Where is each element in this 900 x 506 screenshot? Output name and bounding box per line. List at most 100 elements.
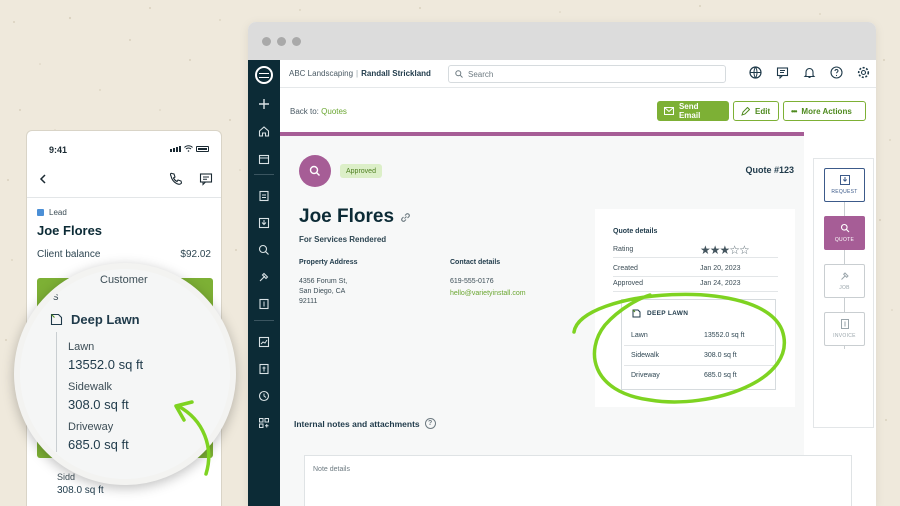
status-badge: Approved — [340, 164, 382, 178]
signal-icon — [170, 145, 181, 152]
breadcrumb: Back to: Quotes — [290, 107, 347, 116]
help-icon[interactable]: ? — [424, 418, 436, 429]
section-rail — [56, 332, 57, 452]
workflow-step-label: REQUEST — [831, 189, 858, 195]
invoice-icon — [840, 319, 849, 329]
top-icons — [749, 66, 870, 79]
customer-fragment: Customer — [100, 274, 148, 286]
timesheet-icon[interactable] — [248, 386, 280, 406]
home-icon[interactable] — [248, 121, 280, 141]
lawn-row-label: Lawn — [631, 332, 648, 339]
back-arrow-icon[interactable] — [38, 173, 48, 185]
client-name-text[interactable]: Joe Flores — [299, 206, 394, 228]
message-icon[interactable] — [199, 172, 213, 186]
calendar-icon[interactable] — [248, 149, 280, 169]
deep-lawn-title: Deep Lawn — [71, 312, 140, 327]
workflow-step-job[interactable]: JOB — [824, 264, 865, 298]
driveway-row: Driveway 685.0 sq ft — [624, 366, 774, 386]
contact-email-link[interactable]: hello@varietyinstall.com — [450, 290, 526, 297]
sidebar-divider — [254, 174, 274, 175]
quotes-icon[interactable] — [248, 240, 280, 260]
workflow-step-request[interactable]: REQUEST — [824, 168, 865, 202]
driveway-label: Driveway — [68, 421, 114, 433]
created-row: Created Jan 20, 2023 — [613, 262, 778, 277]
address-line-2: San Diego, CA — [299, 288, 346, 295]
workflow-step-invoice[interactable]: INVOICE — [824, 312, 865, 346]
notes-placeholder: Note details — [313, 466, 350, 473]
reports-icon[interactable] — [248, 332, 280, 352]
contact-phone[interactable]: 619-555-0176 — [450, 277, 494, 287]
sidewalk-row-label: Sidewalk — [631, 352, 660, 359]
workflow-step-label: JOB — [839, 285, 850, 291]
apps-icon[interactable] — [248, 413, 280, 433]
driveway-row-label: Driveway — [631, 372, 660, 379]
notes-heading: Internal notes and attachments ? — [294, 418, 436, 429]
deep-lawn-header: DEEP LAWN — [632, 309, 688, 318]
lead-tag-label: Lead — [49, 208, 67, 217]
lawn-icon — [50, 313, 63, 326]
notes-input[interactable]: Note details — [304, 455, 852, 506]
notes-title: Internal notes and attachments — [294, 418, 420, 429]
sidewalk-row: Sidewalk 308.0 sq ft — [624, 346, 774, 366]
requests-icon[interactable] — [248, 213, 280, 233]
wifi-icon — [184, 145, 193, 152]
status-time: 9:41 — [49, 145, 68, 155]
quote-subtitle: For Services Rendered — [299, 235, 387, 244]
quote-number: Quote #123 — [745, 165, 794, 175]
link-icon[interactable] — [400, 212, 411, 223]
client-balance-value: $92.02 — [180, 249, 211, 260]
window-dot[interactable] — [277, 36, 286, 46]
created-label: Created — [613, 265, 638, 272]
edit-button[interactable]: Edit — [733, 101, 779, 121]
battery-icon — [196, 145, 209, 152]
more-actions-button[interactable]: ••• More Actions — [783, 101, 866, 121]
deep-lawn-header: Deep Lawn — [50, 312, 140, 327]
workflow-step-quote[interactable]: QUOTE — [824, 216, 865, 250]
search-icon — [455, 70, 463, 78]
sidebar-divider — [254, 320, 274, 321]
phone-icon[interactable] — [169, 172, 183, 186]
bell-icon[interactable] — [803, 66, 816, 79]
request-icon — [839, 175, 850, 185]
lead-color-icon — [37, 209, 44, 216]
lead-tag: Lead — [37, 208, 67, 217]
send-email-button[interactable]: Send Email — [657, 101, 729, 121]
sidewalk-row-value: 308.0 sq ft — [704, 352, 737, 359]
back-to-quotes-link[interactable]: Quotes — [321, 107, 347, 116]
deep-lawn-section: DEEP LAWN Lawn 13552.0 sq ft Sidewalk 30… — [621, 299, 776, 390]
search-input[interactable]: Search — [448, 65, 726, 83]
gear-icon[interactable] — [857, 66, 870, 79]
rating-stars[interactable]: ★★★☆☆ — [700, 243, 750, 257]
email-icon — [664, 107, 674, 115]
window-dot[interactable] — [292, 36, 301, 46]
bottom-row-value: 308.0 sq ft — [57, 485, 104, 496]
user-name[interactable]: Randall Strickland — [361, 69, 431, 78]
contact-details-label: Contact details — [450, 259, 501, 266]
quote-icon — [840, 223, 849, 233]
quote-type-icon — [299, 155, 331, 187]
expenses-icon[interactable] — [248, 359, 280, 379]
help-icon[interactable] — [830, 66, 843, 79]
jobs-icon[interactable] — [248, 267, 280, 287]
window-dot[interactable] — [262, 36, 271, 46]
quote-details-panel: Quote details Rating ★★★☆☆ Created Jan 2… — [595, 209, 795, 407]
sidewalk-value: 308.0 sq ft — [68, 397, 129, 412]
globe-icon[interactable] — [749, 66, 762, 79]
client-balance-label: Client balance — [37, 249, 101, 260]
approved-value: Jan 24, 2023 — [700, 280, 741, 287]
created-value: Jan 20, 2023 — [700, 265, 741, 272]
more-actions-label: More Actions — [801, 106, 852, 116]
workflow-panel: REQUEST QUOTE JOB INVOICE — [813, 158, 874, 428]
driveway-value: 685.0 sq ft — [68, 437, 129, 452]
search-placeholder: Search — [468, 69, 494, 79]
clients-icon[interactable] — [248, 186, 280, 206]
workflow-step-label: QUOTE — [834, 237, 855, 243]
plus-icon[interactable] — [248, 94, 280, 114]
logo-icon[interactable] — [255, 66, 273, 84]
message-icon[interactable] — [776, 66, 789, 79]
back-to-label: Back to: — [290, 107, 319, 116]
invoices-icon[interactable] — [248, 294, 280, 314]
header-divider — [27, 197, 221, 198]
approved-row: Approved Jan 24, 2023 — [613, 277, 778, 292]
lawn-value: 13552.0 sq ft — [68, 357, 144, 372]
